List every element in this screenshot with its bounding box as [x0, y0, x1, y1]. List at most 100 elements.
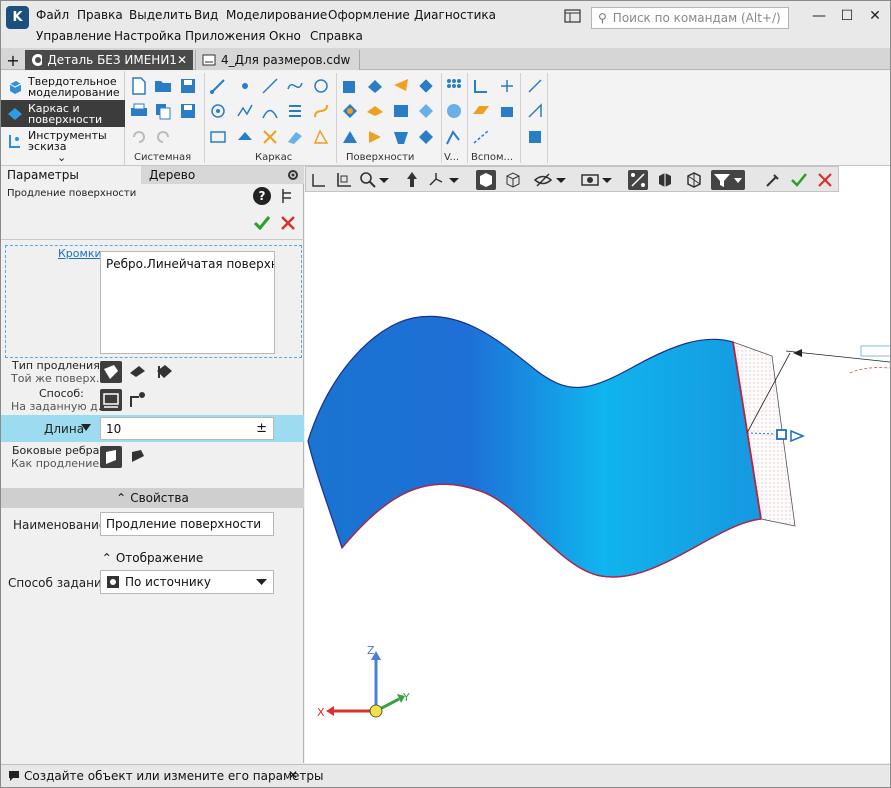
to-object-method-icon[interactable]: [127, 389, 149, 411]
name-input[interactable]: Продление поверхности: [100, 512, 274, 536]
to-distance-method-icon[interactable]: [100, 389, 122, 411]
menu-select[interactable]: Выделить: [129, 8, 192, 22]
helix-tool-icon[interactable]: [209, 102, 227, 120]
normal-type-icon[interactable]: [153, 361, 175, 383]
menu-edit[interactable]: Правка: [77, 8, 123, 22]
minimize-button[interactable]: —: [806, 5, 832, 27]
sphere-icon[interactable]: [445, 102, 463, 120]
as-extension-edges-icon[interactable]: [100, 446, 122, 468]
3d-viewport[interactable]: X Z Y: [305, 166, 890, 763]
dimension-icon[interactable]: [526, 102, 544, 120]
close-window-button[interactable]: ✕: [862, 5, 888, 27]
tree-structure-icon[interactable]: [280, 188, 294, 204]
tab-close-icon[interactable]: ✕: [177, 53, 187, 67]
same-surface-type-icon[interactable]: [100, 361, 122, 383]
measure-icon[interactable]: [526, 77, 544, 95]
line-tool-icon[interactable]: [261, 77, 279, 95]
add-tab-button[interactable]: +: [3, 50, 23, 70]
offset-curve-icon[interactable]: [312, 102, 330, 120]
save-as-icon[interactable]: [179, 102, 197, 120]
category-solid-modeling[interactable]: Твердотельное моделирование: [1, 73, 125, 100]
trim-curve-icon[interactable]: [312, 128, 330, 146]
panel-layout-icon[interactable]: [564, 9, 581, 23]
maximize-button[interactable]: ☐: [834, 5, 860, 27]
command-search-input[interactable]: ⚲ Поиск по командам (Alt+/): [591, 7, 789, 29]
extrude-surface-icon[interactable]: [341, 77, 359, 95]
ok-checkmark-button[interactable]: [253, 214, 271, 232]
plane-icon[interactable]: [472, 102, 490, 120]
coord-system-icon[interactable]: [498, 77, 516, 95]
kompas-logo-icon[interactable]: K: [6, 6, 29, 29]
menu-window[interactable]: Окно: [269, 29, 301, 43]
trim-surface-icon[interactable]: [392, 128, 410, 146]
ruled-surface-icon[interactable]: [366, 102, 384, 120]
menu-file[interactable]: Файл: [36, 8, 69, 22]
save-icon[interactable]: [179, 77, 197, 95]
print-icon[interactable]: [130, 102, 148, 120]
surface-curve-icon[interactable]: [286, 128, 304, 146]
ribbon-expand-icon[interactable]: ⌄: [57, 151, 66, 164]
edges-list[interactable]: Ребро.Линейчатая поверхно...: [100, 251, 275, 354]
mirror-icon[interactable]: [445, 128, 463, 146]
set-method-dropdown[interactable]: По источнику: [100, 570, 274, 594]
menu-design[interactable]: Оформление: [328, 8, 410, 22]
menu-diagnostics[interactable]: Диагностика: [414, 8, 496, 22]
open-folder-icon[interactable]: [154, 77, 172, 95]
split-curve-icon[interactable]: [261, 128, 279, 146]
aux-line-icon[interactable]: [472, 128, 490, 146]
block-icon[interactable]: [526, 128, 544, 146]
cancel-button[interactable]: [279, 214, 297, 232]
wire-tool-icon[interactable]: [209, 77, 227, 95]
menu-view[interactable]: Вид: [194, 8, 218, 22]
axis-triad[interactable]: X Z Y: [317, 644, 410, 719]
help-button[interactable]: ?: [253, 187, 271, 205]
category-sketch-tools[interactable]: Инструменты эскиза: [1, 127, 125, 154]
offset-surface-icon[interactable]: [392, 102, 410, 120]
tangent-type-icon[interactable]: [127, 361, 149, 383]
project-curve-icon[interactable]: [209, 128, 227, 146]
menu-help[interactable]: Справка: [310, 29, 363, 43]
tab-drawing[interactable]: 4_Для размеров.cdw: [195, 50, 360, 70]
menu-modeling[interactable]: Моделирование: [226, 8, 327, 22]
local-cs-icon[interactable]: [498, 102, 516, 120]
copy-icon[interactable]: [154, 102, 172, 120]
menu-settings[interactable]: Настройка: [114, 29, 181, 43]
normal-edges-icon[interactable]: [127, 446, 149, 468]
circle-tool-icon[interactable]: [312, 77, 330, 95]
fill-surface-icon[interactable]: [417, 128, 435, 146]
undo-icon[interactable]: [130, 128, 148, 146]
length-drag-handle[interactable]: [776, 429, 787, 440]
mesh-surface-icon[interactable]: [417, 102, 435, 120]
category-wireframe-surfaces[interactable]: Каркас и поверхности: [1, 100, 125, 127]
chevron-down-icon[interactable]: [81, 424, 91, 432]
sew-surface-icon[interactable]: [341, 128, 359, 146]
length-value[interactable]: 10: [106, 422, 121, 436]
properties-section-header[interactable]: ⌃ Свойства: [1, 488, 304, 508]
curve-tool-icon[interactable]: [261, 102, 279, 120]
redo-icon[interactable]: [154, 128, 172, 146]
tab-parameters[interactable]: Параметры: [1, 166, 141, 184]
loft-surface-icon[interactable]: [417, 77, 435, 95]
axis-icon[interactable]: [472, 77, 490, 95]
display-section-header[interactable]: ⌃ Отображение: [1, 548, 304, 568]
patch-surface-icon[interactable]: [341, 102, 359, 120]
name-value[interactable]: Продление поверхности: [106, 517, 261, 531]
spiral-tool-icon[interactable]: [286, 102, 304, 120]
extend-surface-icon[interactable]: [366, 128, 384, 146]
status-close-icon[interactable]: ✕: [288, 768, 298, 782]
ruled-surface[interactable]: [307, 315, 762, 578]
menu-manage[interactable]: Управление: [36, 29, 111, 43]
polyline-tool-icon[interactable]: [236, 102, 254, 120]
grid-pattern-icon[interactable]: [445, 77, 463, 95]
spline-tool-icon[interactable]: [286, 77, 304, 95]
new-doc-icon[interactable]: [130, 77, 148, 95]
gear-icon[interactable]: [286, 168, 300, 182]
direction-arrow-icon[interactable]: [790, 429, 805, 443]
menu-apps[interactable]: Приложения: [185, 29, 266, 43]
edges-list-item[interactable]: Ребро.Линейчатая поверхно...: [106, 257, 274, 271]
edges-link[interactable]: Кромки: [58, 247, 102, 260]
tab-tree[interactable]: Дерево: [143, 166, 283, 184]
tab-part[interactable]: Деталь БЕЗ ИМЕНИ1 ✕: [25, 50, 193, 70]
intersect-curve-icon[interactable]: [236, 128, 254, 146]
point-tool-icon[interactable]: [236, 77, 254, 95]
